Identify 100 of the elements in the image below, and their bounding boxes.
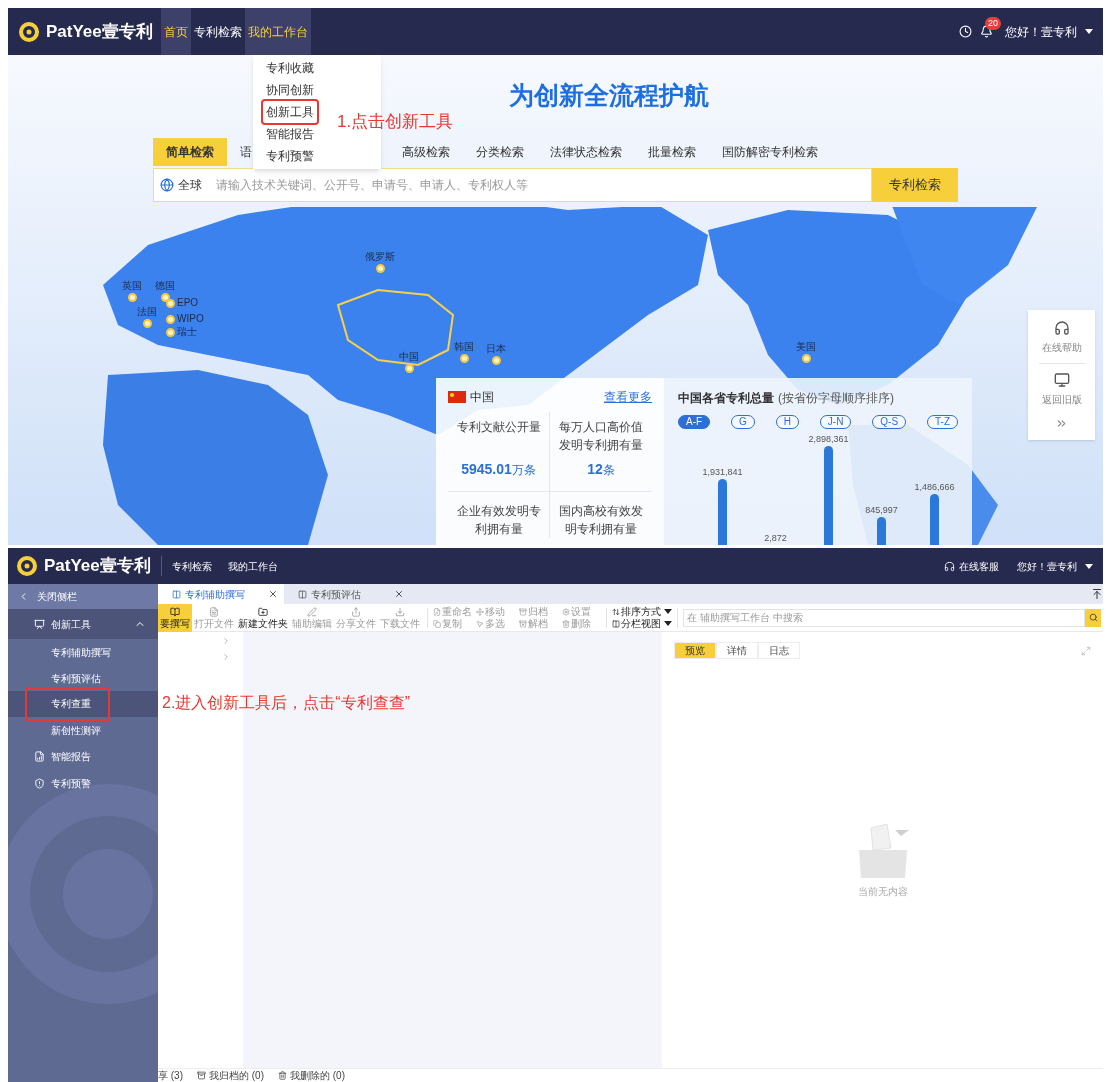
letter-filter[interactable]: J-N: [819, 415, 852, 429]
preview-tab[interactable]: 日志: [758, 642, 800, 659]
letter-filter[interactable]: A-F: [678, 415, 711, 429]
archive-restore-icon: [519, 619, 527, 628]
toolbar-button[interactable]: 新建文件夹: [236, 603, 290, 632]
history-icon[interactable]: [959, 25, 972, 38]
dropdown-item[interactable]: 专利预警: [263, 145, 317, 167]
dropdown-item[interactable]: 创新工具: [263, 101, 317, 123]
flag-icon: [448, 391, 466, 403]
letter-filter[interactable]: G: [731, 415, 755, 429]
search-tab[interactable]: 语: [227, 138, 265, 166]
expand-icon[interactable]: [1055, 417, 1068, 430]
search-tab[interactable]: 法律状态检索: [537, 138, 635, 166]
document-tab[interactable]: 专利预评估: [284, 584, 410, 604]
toolbar-button[interactable]: 要撰写: [158, 603, 192, 632]
sidebar-item[interactable]: 智能报告: [8, 743, 158, 770]
search-tab[interactable]: 分类检索: [463, 138, 537, 166]
search-tab[interactable]: 国防解密专利检索: [709, 138, 831, 166]
dropdown-item[interactable]: 智能报告: [263, 123, 317, 145]
search-tab[interactable]: 高级检索: [389, 138, 463, 166]
collapse-icon[interactable]: [1091, 588, 1103, 600]
panel-subtitle: (按省份字母顺序排序): [778, 390, 894, 407]
sidebar-item[interactable]: 专利辅助撰写: [8, 639, 158, 665]
bar-value-label: 845,997: [865, 505, 898, 515]
stat-label: 专利文献公开量: [456, 419, 541, 436]
search-field[interactable]: 全球 请输入技术关键词、公开号、申请号、申请人、专利权人等: [153, 168, 872, 202]
logo-icon: [18, 20, 40, 43]
logo-text: PatYee壹专利: [46, 20, 153, 43]
side-panel-button[interactable]: 在线帮助: [1041, 320, 1082, 355]
sidebar-item[interactable]: 专利预警: [8, 770, 158, 797]
nav-link[interactable]: 首页: [160, 8, 191, 55]
close-icon[interactable]: [268, 589, 278, 599]
workspace-search-input[interactable]: 在 辅助撰写工作台 中搜索: [684, 610, 1084, 625]
panel-title: 中国各省专利总量: [678, 390, 774, 407]
letter-filter[interactable]: T-Z: [927, 415, 958, 429]
side-panel-button[interactable]: 返回旧版: [1041, 372, 1082, 407]
close-icon[interactable]: [394, 589, 404, 599]
chart-bar: [877, 517, 886, 545]
map-pin-icon: [166, 327, 175, 337]
country-label: 中国: [470, 389, 494, 406]
caret-icon: [1085, 563, 1093, 569]
document-tab[interactable]: 专利辅助撰写: [158, 584, 284, 604]
search-button[interactable]: [1085, 608, 1101, 627]
map-pin-label: 中国: [399, 352, 419, 362]
view-dropdown[interactable]: 分栏视图: [612, 617, 672, 630]
copy-icon: [433, 619, 441, 628]
view-dropdown[interactable]: 排序方式: [612, 605, 672, 618]
monitor-icon: [1053, 372, 1070, 388]
user-greeting[interactable]: 您好！壹专利: [1017, 558, 1077, 574]
search-button[interactable]: 专利检索: [872, 168, 958, 202]
letter-filter[interactable]: H: [775, 415, 799, 429]
map-pin-icon: [166, 314, 175, 324]
search-tab[interactable]: 批量检索: [635, 138, 709, 166]
map-pin-icon: [142, 319, 152, 328]
nav-link[interactable]: 我的工作台: [244, 8, 311, 55]
logo-text: PatYee壹专利: [44, 555, 151, 578]
notification-badge: 20: [985, 17, 1001, 30]
dropdown-item[interactable]: 专利收藏: [263, 57, 317, 79]
globe-icon: [160, 178, 174, 192]
headset-icon: [1053, 320, 1070, 336]
map-pin-label: 日本: [486, 344, 506, 354]
service-link[interactable]: 在线客服: [959, 558, 999, 574]
status-item[interactable]: 享 (3): [158, 1070, 183, 1081]
chart-bar: [930, 494, 939, 545]
trash-icon: [562, 619, 570, 628]
tab-icon: [298, 589, 307, 599]
bar-value-label: 2,872: [764, 533, 787, 543]
more-link[interactable]: 查看更多: [604, 388, 652, 406]
map-pin-icon: [375, 264, 385, 273]
settings-icon: [562, 607, 570, 616]
map-pin-icon: [801, 354, 811, 363]
columns-icon: [612, 619, 620, 628]
dropdown-item[interactable]: 协同创新: [263, 79, 317, 101]
preview-tab[interactable]: 详情: [716, 642, 758, 659]
folder-plus-icon: [258, 606, 268, 617]
bar-value-label: 1,486,666: [914, 482, 955, 492]
close-sidebar-button[interactable]: 关闭侧栏: [8, 584, 158, 609]
user-greeting[interactable]: 您好！壹专利: [1005, 22, 1077, 41]
search-input[interactable]: 请输入技术关键词、公开号、申请号、申请人、专利权人等: [216, 176, 871, 194]
preview-tab[interactable]: 预览: [674, 642, 716, 659]
status-item[interactable]: 我归档的 (0): [197, 1070, 264, 1081]
tab-icon: [172, 589, 181, 599]
status-item[interactable]: 我删除的 (0): [278, 1070, 345, 1081]
sidebar-group[interactable]: 创新工具: [8, 609, 158, 639]
letter-filter[interactable]: Q-S: [872, 415, 907, 429]
stat-value: 12条: [587, 460, 615, 479]
share-icon: [351, 606, 361, 617]
nav-link[interactable]: 专利检索: [171, 558, 212, 574]
map-pin-label: 俄罗斯: [365, 252, 395, 262]
map-pin-label: 瑞士: [177, 327, 197, 337]
archive-icon: [519, 607, 527, 616]
notification-icon[interactable]: [980, 25, 993, 38]
search-icon: [1088, 613, 1098, 622]
nav-link[interactable]: 专利检索: [190, 8, 245, 55]
search-scope[interactable]: 全球: [178, 176, 202, 194]
empty-state-text: 当前无内容: [857, 885, 908, 899]
map-pin-icon: [491, 356, 501, 365]
map-pin-icon: [166, 298, 175, 308]
nav-link[interactable]: 我的工作台: [227, 558, 278, 574]
search-tab[interactable]: 简单检索: [153, 138, 227, 166]
